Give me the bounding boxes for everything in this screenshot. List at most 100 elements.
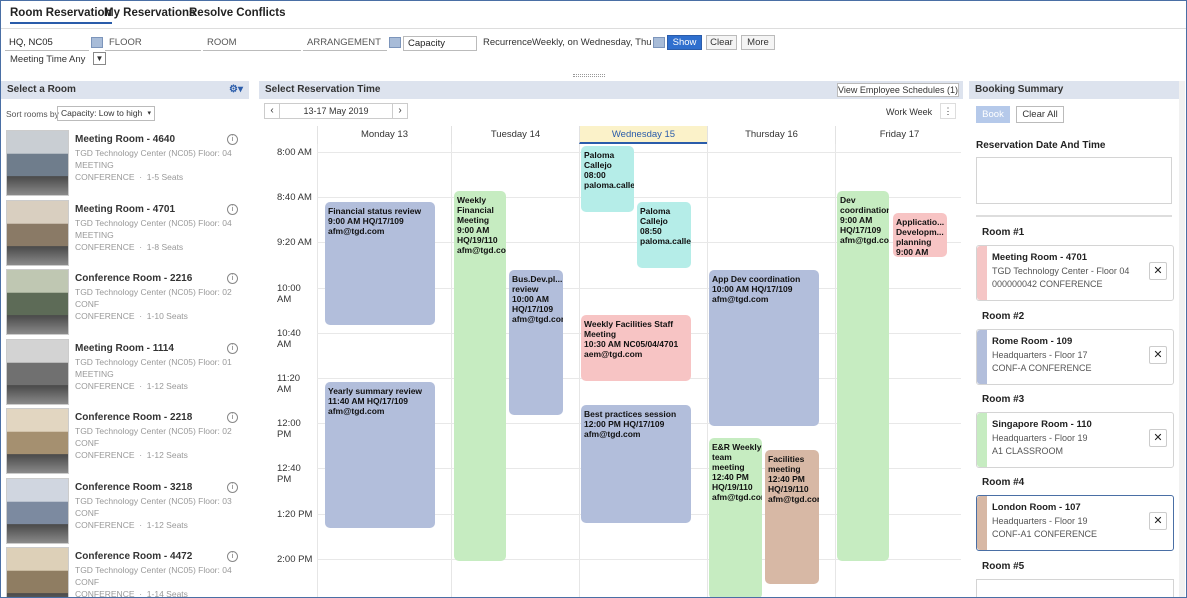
event-text: Developm... [896, 227, 944, 237]
top-nav: Room Reservation My Reservations Resolve… [1, 1, 1186, 29]
location-picker-icon[interactable] [91, 37, 103, 48]
info-icon[interactable]: i [227, 551, 238, 562]
view-mode[interactable]: Work Week [886, 107, 932, 117]
calendar-event[interactable]: Paloma Callejo 08:00 paloma.callej [581, 146, 634, 212]
room-photo [6, 547, 69, 597]
room-name[interactable]: Meeting Room - 4701 [75, 204, 175, 215]
tab-resolve-conflicts[interactable]: Resolve Conflicts [189, 7, 286, 19]
summary-item[interactable]: London Room - 107 Headquarters - Floor 19… [976, 495, 1174, 551]
info-icon[interactable]: i [227, 134, 238, 145]
tab-room-reservation[interactable]: Room Reservation [10, 7, 112, 24]
room-name[interactable]: Conference Room - 3218 [75, 482, 192, 493]
room-name[interactable]: Conference Room - 2218 [75, 412, 192, 423]
clear-button[interactable]: Clear [706, 35, 737, 50]
room-type: CONF [75, 577, 100, 587]
room-photo [6, 199, 69, 266]
info-icon[interactable]: i [227, 203, 238, 215]
calendar-event[interactable]: Yearly summary review 11:40 AM HQ/17/109 a… [325, 382, 435, 528]
room-name[interactable]: Conference Room - 2216 [75, 273, 192, 284]
time-label: 9:20 AM [277, 237, 312, 249]
calendar-event[interactable]: Financial status review 9:00 AM HQ/17/109… [325, 202, 435, 325]
summary-item[interactable]: Rome Room - 109 Headquarters - Floor 17 CO… [976, 329, 1174, 385]
room-arrangement-text: CONFERENCE [75, 311, 135, 321]
room-card[interactable]: Conference Room - 4472 i TGD Technology Ce… [6, 547, 249, 597]
date-range[interactable]: 13-17 May 2019 [280, 103, 392, 119]
sort-select[interactable]: Capacity: Low to high ▾ [57, 106, 155, 121]
recurrence-picker-icon[interactable] [653, 37, 665, 48]
calendar-event[interactable]: Paloma Callejo 08:50 paloma.callej [637, 202, 691, 268]
calendar-event[interactable]: App Dev coordination 10:00 AM HQ/17/109 af… [709, 270, 819, 426]
calendar-event[interactable]: E&R Weekly team meeting 12:40 PM HQ/19/110 af… [709, 438, 762, 597]
room-seats: 1-10 Seats [146, 311, 188, 321]
room-type: CONF [75, 507, 100, 518]
event-text: 08:50 [640, 226, 662, 236]
arrangement-field[interactable]: ARRANGEMENT [303, 36, 387, 51]
recurrence-value[interactable]: Weekly, on Wednesday, Thursc [532, 37, 652, 48]
event-text: afm@tgd.cor [712, 492, 762, 502]
room-name[interactable]: Meeting Room - 4640 [75, 134, 175, 145]
show-button[interactable]: Show [667, 35, 702, 50]
summary-room-location: Headquarters - Floor 19 [992, 433, 1088, 443]
room-card[interactable]: Conference Room - 2216 i TGD Technology Ce… [6, 269, 249, 335]
room-name[interactable]: Meeting Room - 1114 [75, 343, 174, 354]
room-photo [6, 269, 69, 335]
day-header: Wednesday 15 [579, 126, 707, 144]
meeting-time-value[interactable]: Any [69, 54, 85, 65]
summary-room-location: TGD Technology Center - Floor 04 [992, 266, 1130, 276]
reservation-date-heading: Reservation Date And Time [976, 140, 1106, 151]
floor-field[interactable]: FLOOR [105, 36, 201, 51]
view-employee-schedules-button[interactable]: View Employee Schedules (1) [837, 83, 959, 97]
info-icon[interactable]: i [227, 342, 238, 354]
summary-room-location: Headquarters - Floor 19 [992, 516, 1088, 526]
close-icon[interactable]: ✕ [1149, 346, 1167, 364]
summary-scrollbar[interactable] [1179, 81, 1185, 597]
chevron-down-icon[interactable]: ▼ [93, 52, 106, 65]
clear-all-button[interactable]: Clear All [1016, 106, 1064, 123]
room-card[interactable]: Conference Room - 2218 i TGD Technology Ce… [6, 408, 249, 474]
filter-bar: HQ, NC05 FLOOR ROOM ARRANGEMENT Capacity… [1, 33, 1186, 69]
summary-item[interactable]: Singapore Room - 110 Headquarters - Floor… [976, 412, 1174, 468]
time-label: 1:20 PM [277, 508, 313, 520]
calendar-event[interactable]: Bus.Dev.pl... review 10:00 AM HQ/17/109 afm@… [509, 270, 563, 415]
summary-item[interactable]: Meeting Room - 4701 TGD Technology Center… [976, 245, 1174, 301]
more-options-icon[interactable]: ⋮ [940, 103, 956, 119]
info-icon[interactable]: i [227, 273, 238, 284]
room-card[interactable]: Meeting Room - 1114 i TGD Technology Cente… [6, 338, 249, 405]
arrangement-picker-icon[interactable] [389, 37, 401, 48]
tab-my-reservations[interactable]: My Reservations [104, 7, 195, 19]
room-arrangement: CONFERENCE · 1-10 Seats [75, 311, 188, 321]
next-week-button[interactable]: › [392, 103, 408, 119]
panel-resize-grip[interactable] [573, 74, 605, 77]
calendar-event[interactable]: Applicatio... Developm... planning 9:00 AM [893, 213, 947, 257]
close-icon[interactable]: ✕ [1149, 429, 1167, 447]
room-card[interactable]: Conference Room - 3218 i TGD Technology Ce… [6, 477, 249, 544]
room-card[interactable]: Meeting Room - 4701 i TGD Technology Cente… [6, 199, 249, 266]
room-color-bar [977, 330, 987, 384]
calendar-event[interactable]: Facilities meeting 12:40 PM HQ/19/110 afm@tg… [765, 450, 819, 584]
location-field[interactable]: HQ, NC05 [5, 36, 89, 51]
room-arrangement-text: CONFERENCE [75, 241, 135, 252]
close-icon[interactable]: ✕ [1149, 262, 1167, 280]
event-text: HQ/19/110 [712, 482, 753, 492]
room-name[interactable]: Conference Room - 4472 [75, 551, 192, 562]
calendar-event[interactable]: Best practices session 12:00 PM HQ/17/109… [581, 405, 691, 523]
book-button[interactable]: Book [976, 106, 1010, 123]
room-card[interactable]: Meeting Room - 4640 i TGD Technology Cente… [6, 130, 249, 196]
prev-week-button[interactable]: ‹ [264, 103, 280, 119]
time-label: 12:40 PM [277, 463, 301, 486]
info-icon[interactable]: i [227, 481, 238, 493]
room-field[interactable]: ROOM [203, 36, 301, 51]
room-location: TGD Technology Center (NC05) Floor: 04 [75, 217, 232, 228]
calendar-event[interactable]: Weekly Facilities Staff Meeting 10:30 AM N… [581, 315, 691, 381]
more-button[interactable]: More [741, 35, 775, 50]
event-text: 9:00 AM [840, 215, 873, 225]
info-icon[interactable]: i [227, 412, 238, 423]
event-text: afm@tgd.com [712, 294, 769, 304]
close-icon[interactable]: ✕ [1149, 512, 1167, 530]
gear-icon[interactable]: ⚙▾ [229, 81, 243, 99]
calendar-event[interactable]: Weekly Financial Meeting 9:00 AM HQ/19/110 af… [454, 191, 506, 561]
event-text: 12:40 PM [712, 472, 749, 482]
room-type: CONF [75, 438, 100, 448]
calendar-event[interactable]: Dev coordination 9:00 AM HQ/17/109 afm@tgd.c… [837, 191, 889, 561]
capacity-field[interactable]: Capacity [403, 36, 477, 51]
